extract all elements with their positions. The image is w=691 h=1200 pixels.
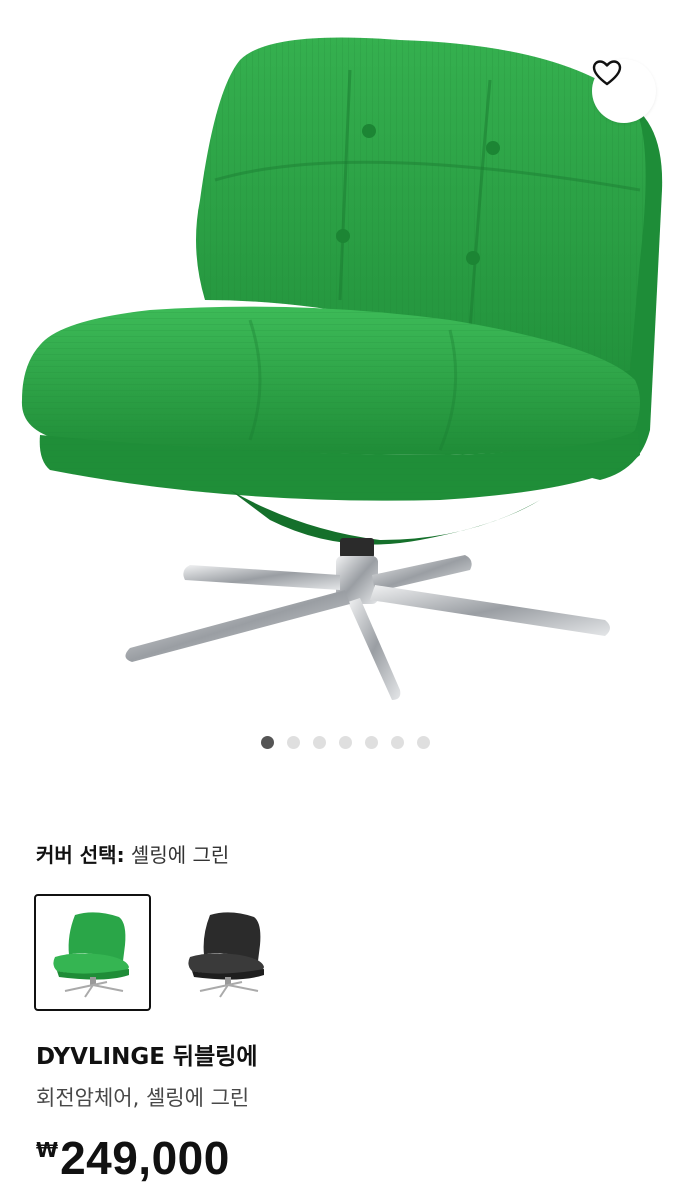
favorite-button[interactable] (592, 59, 656, 123)
carousel-dot[interactable] (365, 736, 378, 749)
carousel-dot[interactable] (313, 736, 326, 749)
swatch-green[interactable] (34, 894, 151, 1011)
swatch-black[interactable] (169, 894, 286, 1011)
cover-swatches (34, 894, 286, 1011)
heart-icon (592, 60, 622, 86)
carousel-dot[interactable] (391, 736, 404, 749)
carousel-dot[interactable] (287, 736, 300, 749)
price-amount: 249,000 (60, 1132, 230, 1184)
cover-selection-value: 셸링에 그린 (130, 843, 230, 867)
carousel-dot[interactable] (339, 736, 352, 749)
product-name: DYVLINGE 뒤블링에 (36, 1044, 258, 1070)
product-price: ₩ 249,000 (36, 1130, 230, 1186)
chair-illustration (21, 37, 663, 700)
cover-selection-key: 커버 선택: (36, 843, 125, 867)
carousel-dot[interactable] (261, 736, 274, 749)
product-image[interactable] (0, 0, 691, 720)
image-carousel-indicator (0, 736, 691, 752)
green-chair-thumbnail (52, 911, 129, 998)
black-chair-thumbnail (187, 911, 264, 998)
product-description: 회전암체어, 셸링에 그린 (36, 1086, 250, 1110)
currency-symbol: ₩ (36, 1138, 59, 1162)
cover-selection-label: 커버 선택: 셸링에 그린 (36, 842, 229, 868)
carousel-dot[interactable] (417, 736, 430, 749)
